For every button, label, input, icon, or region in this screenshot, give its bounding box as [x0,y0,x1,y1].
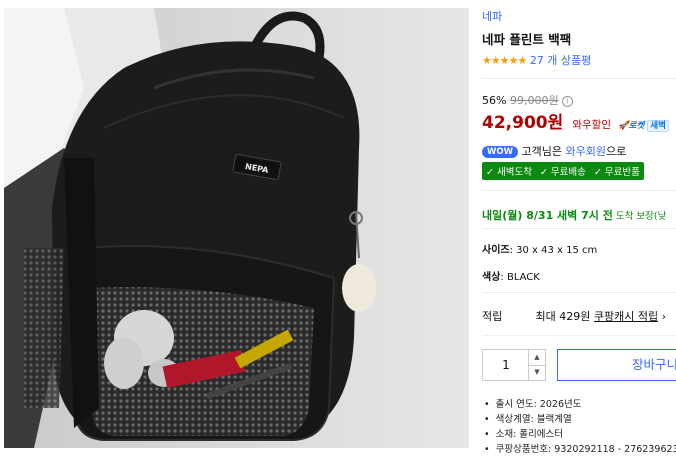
rocket-new-badge: 새벽 [647,120,669,132]
product-attributes: 출시 연도: 2026년도 색상계열: 블랙계열 소재: 폴리에스터 쿠팡상품번… [484,397,676,457]
delivery-info: 내일(월) 8/31 새벽 7시 전 도착 보장(낮 [482,207,666,223]
benefit-free-shipping: ✓ 무료배송 [539,167,586,178]
rocket-badge: 🚀로켓 새벽 [618,119,669,132]
discount-rate: 56% [482,94,507,107]
star-rating-icon: ★★★★★ [482,54,527,67]
benefit-free-return: ✓ 무료반품 [593,167,640,178]
attribute-item: 쿠팡상품번호: 9320292118 - 2762396239 [484,442,676,457]
backpack-photo: NEPA [4,8,469,448]
divider [482,292,676,293]
rocket-label: 로켓 [628,121,645,131]
divider [482,78,676,79]
quantity-input[interactable]: 1 [483,350,529,380]
sale-label: 와우할인 [572,119,611,131]
points-label: 적립 [482,310,503,323]
divider [482,335,676,336]
original-price: 99,000원 [509,94,559,107]
coupang-cash-link[interactable]: 쿠팡캐시 적립 [594,310,658,323]
size-label: 사이즈 [482,245,510,256]
points-value: 최대 429원 [535,310,594,323]
discount-row: 56% 99,000원 i [482,92,574,108]
attribute-item: 소재: 폴리에스터 [484,427,676,442]
price-row: 42,900원 와우할인 🚀로켓 새벽 [482,108,669,133]
info-icon[interactable]: i [562,95,574,107]
quantity-up-icon[interactable]: ▲ [528,350,545,366]
points-row: 적립 최대 429원 쿠팡캐시 적립 › [482,308,666,324]
color-label: 색상 [482,272,501,283]
wow-membership-row: WOW 고객님은 와우회원으로 [482,143,626,159]
product-info-panel: 네파 네파 플린트 백팩 ★★★★★ 27 개 상품평 56% 99,000원 … [482,0,676,463]
attribute-item: 출시 연도: 2026년도 [484,397,676,412]
wow-prefix: 고객님은 [521,145,566,158]
size-spec: 사이즈: 30 x 43 x 15 cm [482,241,597,256]
color-spec: 색상: BLACK [482,268,540,283]
divider [482,190,676,191]
brand-link[interactable]: 네파 [482,8,502,24]
delivery-date: 내일(월) 8/31 새벽 7시 전 [482,209,613,222]
size-value: : 30 x 43 x 15 cm [509,245,598,256]
attribute-item: 색상계열: 블랙계열 [484,412,676,427]
wow-badge: WOW [482,146,518,158]
quantity-down-icon[interactable]: ▼ [528,365,545,380]
sale-price: 42,900원 [482,113,564,133]
review-count-link[interactable]: 27 개 상품평 [530,54,591,67]
product-title: 네파 플린트 백팩 [482,32,572,47]
rating-row[interactable]: ★★★★★ 27 개 상품평 [482,52,591,68]
points-more-icon[interactable]: › [658,310,666,323]
wow-suffix: 으로 [605,145,627,158]
add-to-cart-button[interactable]: 장바구니 [557,349,676,381]
color-value: : BLACK [500,272,540,283]
delivery-note: 도착 보장(낮 [612,211,667,222]
benefit-dawn-delivery: ✓ 새벽도착 [486,167,532,178]
wow-member-link[interactable]: 와우회원 [565,145,605,158]
benefit-badges: ✓ 새벽도착 ✓ 무료배송 ✓ 무료반품 [482,162,644,180]
quantity-stepper[interactable]: 1 ▲ ▼ [482,349,546,381]
product-image[interactable]: NEPA [4,8,469,448]
divider [482,228,676,229]
